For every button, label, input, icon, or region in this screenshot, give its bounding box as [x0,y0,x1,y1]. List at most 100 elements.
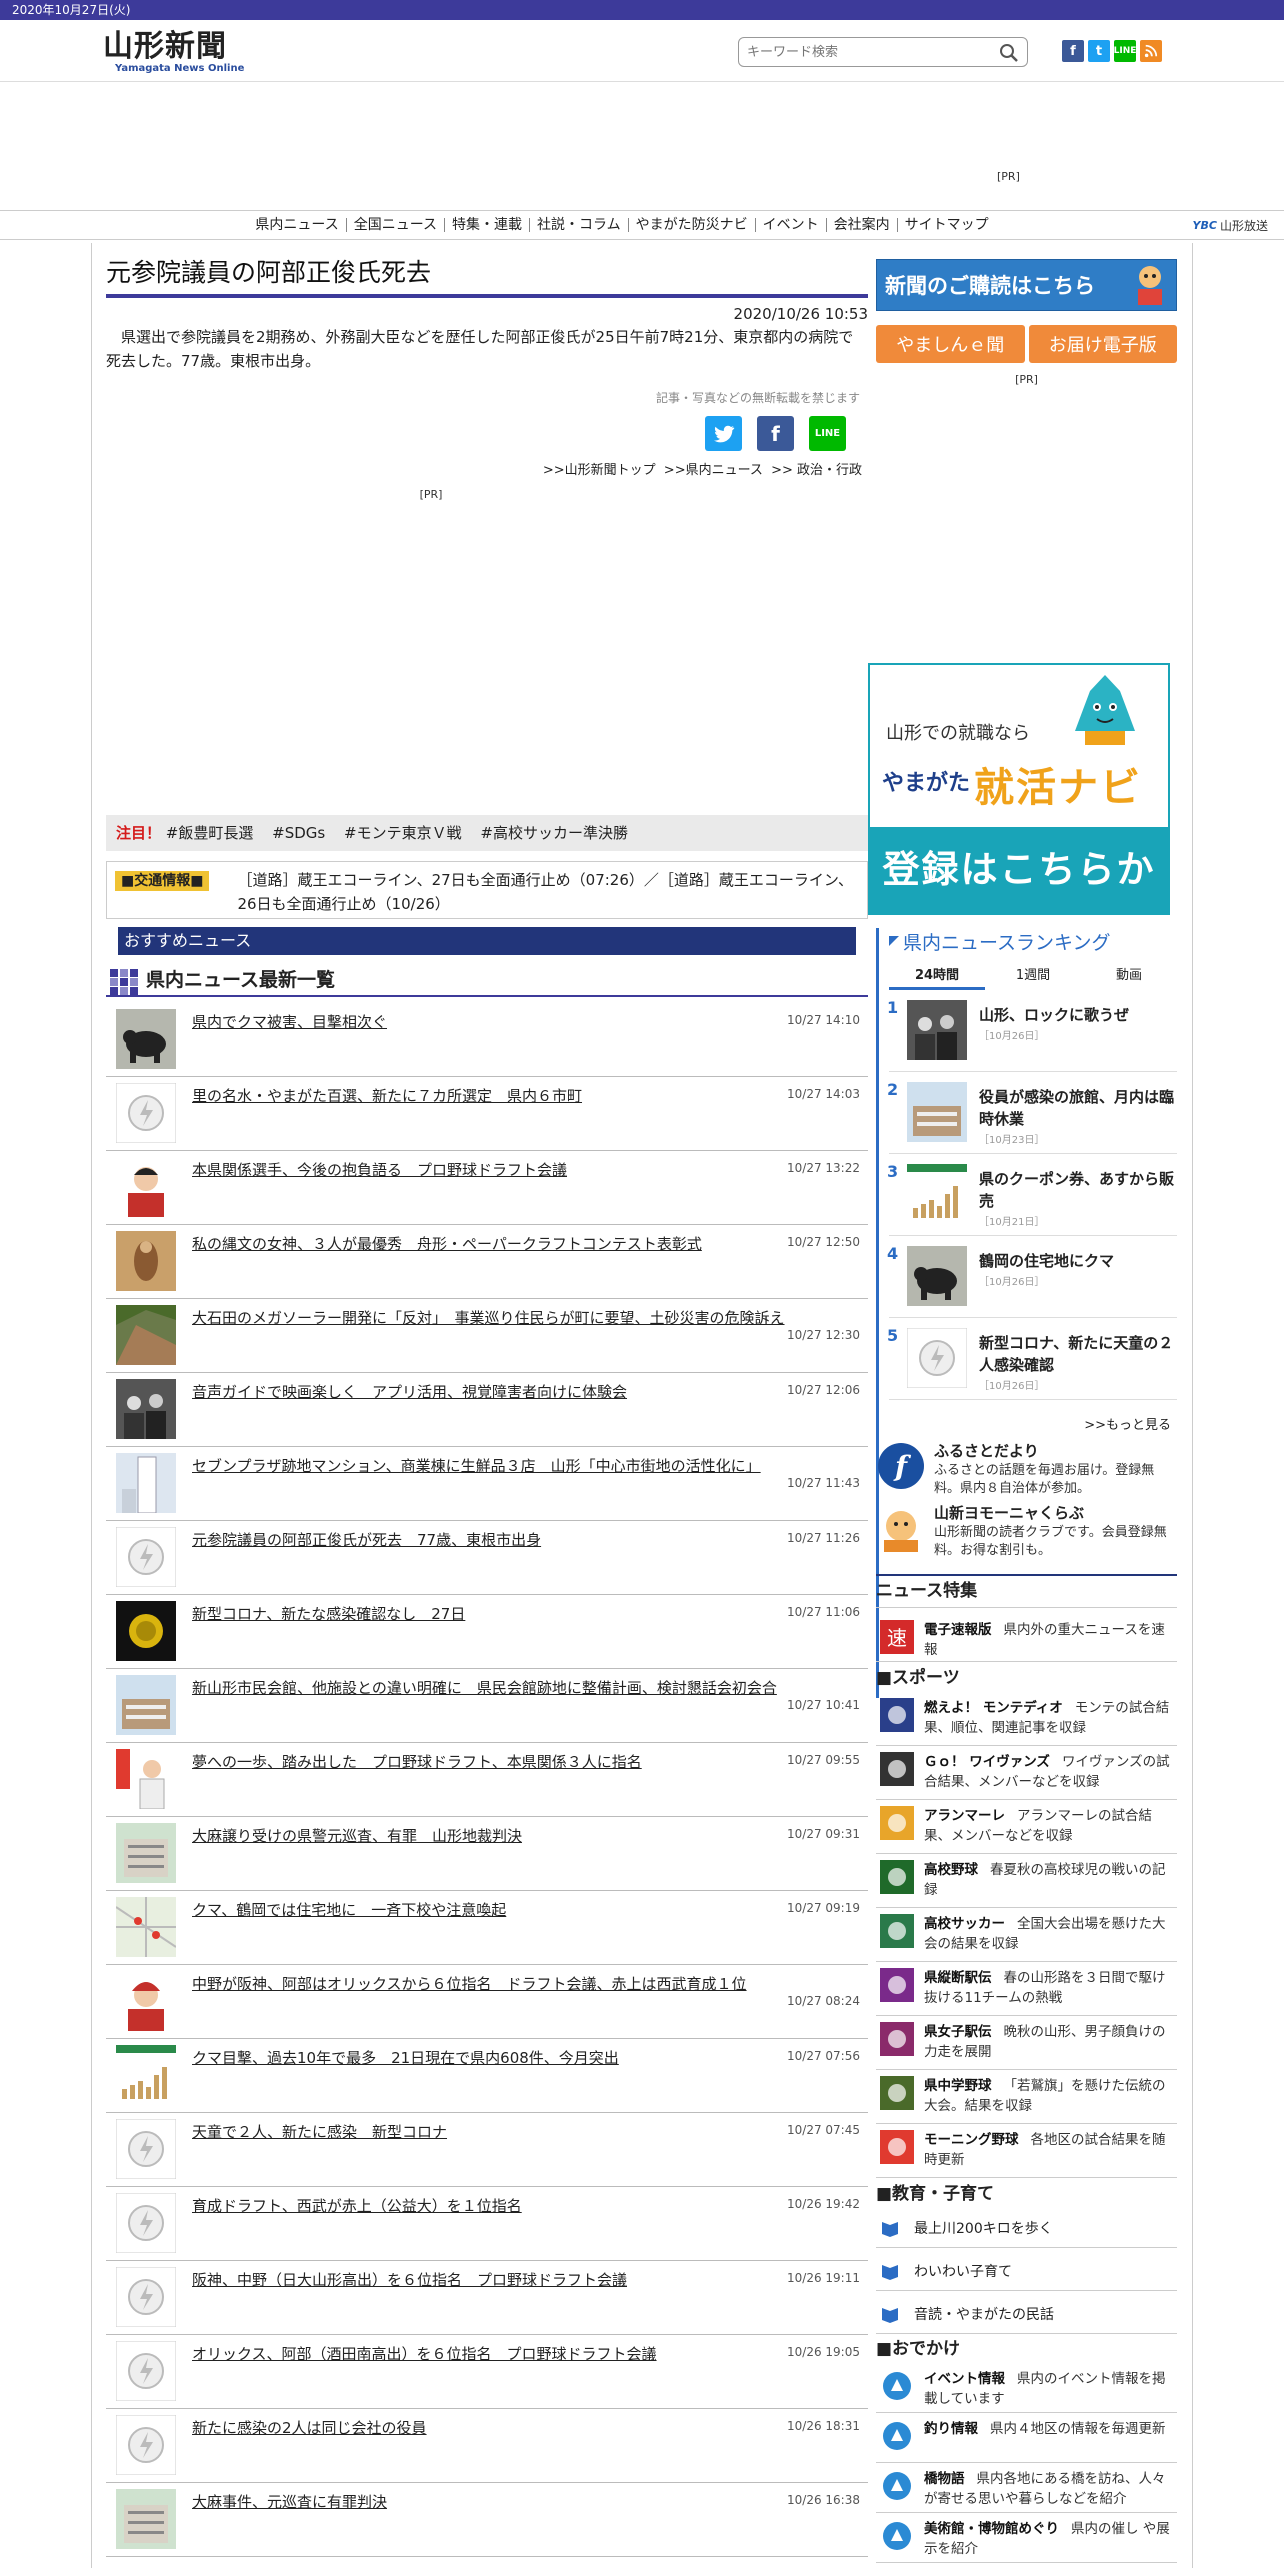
sports-name[interactable]: モーニング野球 [924,2132,1019,2148]
promo-title[interactable]: 山新ヨモーニャくらぶ [934,1502,1084,1523]
news-item[interactable]: 本県関係選手、今後の抱負語る プロ野球ドラフト会議 10/27 13:22 [106,1151,868,1225]
news-thumbnail[interactable] [116,1453,176,1514]
sports-name[interactable]: 県女子駅伝 [924,2024,992,2040]
news-thumbnail[interactable] [115,2414,177,2476]
news-title[interactable]: 県内でクマ被害、目撃相次ぐ [192,1012,387,1032]
sports-name[interactable]: 県中学野球 [924,2078,992,2094]
sports-name[interactable]: アランマーレ [924,1808,1005,1824]
news-thumbnail[interactable] [116,1231,176,1291]
ranking-thumbnail[interactable] [907,1246,967,1306]
tab-24h[interactable]: 24時間 [889,964,985,990]
outing-name[interactable]: イベント情報 [924,2371,1005,2387]
digital-edition-button[interactable]: お届け電子版 [1028,325,1177,363]
ranking-title-text[interactable]: 山形、ロックに歌うぜ [979,1006,1129,1024]
news-item[interactable]: オリックス、阿部（酒田南高出）を６位指名 プロ野球ドラフト会議 10/26 19:… [106,2335,868,2409]
news-item[interactable]: 音声ガイドで映画楽しく アプリ活用、視覚障害者向けに体験会 10/27 12:06 [106,1373,868,1447]
news-title[interactable]: 育成ドラフト、西武が赤上（公益大）を１位指名 [192,2196,522,2216]
line-icon[interactable]: LINE [1114,40,1136,62]
news-thumbnail[interactable] [116,1675,176,1735]
promo-item[interactable]: f ふるさとだより ふるさとの話題を毎週お届け。登録無料。県内８自治体が参加。 [876,1438,1177,1502]
breaking-news-item[interactable]: 速電子速報版 県内外の重大ニュースを速報 [876,1614,1177,1662]
trending-tag[interactable]: #高校サッカー準決勝 [480,824,628,842]
news-item[interactable]: 新山形市民会館、他施設との違い明確に 県民会館跡地に整備計画、検討懇話会初会合 1… [106,1669,868,1743]
ranking-item[interactable]: 4 鶴岡の住宅地にクマ ［10月26日］ [887,1236,1177,1318]
news-item[interactable]: クマ目撃、過去10年で最多 21日現在で県内608件、今月突出 10/27 07:… [106,2039,868,2113]
breadcrumb-local-news[interactable]: >>県内ニュース [664,463,763,478]
news-title[interactable]: 夢への一歩、踏み出した プロ野球ドラフト、本県関係３人に指名 [192,1752,642,1772]
twitter-share-icon[interactable] [705,416,742,451]
news-title[interactable]: 大麻事件、元巡査に有罪判決 [192,2492,387,2512]
search-input[interactable] [747,39,987,65]
news-title[interactable]: 阪神、中野（日大山形高出）を６位指名 プロ野球ドラフト会議 [192,2270,627,2290]
sports-item[interactable]: アランマーレ アランマーレの試合結果、メンバーなどを収録 [876,1800,1177,1854]
ranking-title-text[interactable]: 鶴岡の住宅地にクマ [979,1252,1114,1270]
sports-item[interactable]: 県縦断駅伝 春の山形路を３日間で駆け抜ける11チームの熱戦 [876,1962,1177,2016]
news-item[interactable]: 私の縄文の女神、３人が最優秀 舟形・ペーパークラフトコンテスト表彰式 10/27 … [106,1225,868,1299]
nav-item-local-news[interactable]: 県内ニュース [248,218,347,232]
education-label[interactable]: 音読・やまがたの民話 [914,2304,1054,2324]
news-thumbnail[interactable] [115,1082,177,1144]
news-thumbnail[interactable] [115,1526,177,1588]
news-thumbnail[interactable] [116,1971,176,2031]
ranking-more-link[interactable]: >>もっと見る [1084,1418,1171,1433]
outing-item[interactable]: 美術館・博物館めぐり 県内の催し や展示を紹介 [876,2513,1177,2563]
breadcrumb-politics[interactable]: >> 政治・行政 [771,463,862,478]
news-thumbnail[interactable] [116,1749,176,1810]
news-item[interactable]: 新型コロナ、新たな感染確認なし 27日 10/27 11:06 [106,1595,868,1669]
news-item[interactable]: 新たに感染の2人は同じ会社の役員 10/26 18:31 [106,2409,868,2483]
facebook-icon[interactable]: f [1062,40,1084,62]
sports-name[interactable]: 高校サッカー [924,1916,1005,1932]
nav-item-features[interactable]: 特集・連載 [445,218,531,232]
ranking-title-text[interactable]: 役員が感染の旅館、月内は臨時休業 [979,1088,1174,1128]
tab-video[interactable]: 動画 [1081,964,1177,990]
trending-tag[interactable]: #モンテ東京Ｖ戦 [344,824,462,842]
ranking-thumbnail[interactable] [907,1164,967,1224]
yamashin-ebun-button[interactable]: やましんｅ聞 [876,325,1025,363]
ranking-title-text[interactable]: 県のクーポン券、あすから販売 [979,1170,1174,1210]
news-title[interactable]: 大石田のメガソーラー開発に「反対」 事業巡り住民らが町に要望、土砂災害の危険訴え [192,1308,785,1328]
news-item[interactable]: クマ、鶴岡では住宅地に 一斉下校や注意喚起 10/27 09:19 [106,1891,868,1965]
ybc-link[interactable]: YBC 山形放送 [1193,217,1268,234]
news-title[interactable]: 新型コロナ、新たな感染確認なし 27日 [192,1604,465,1624]
tab-1week[interactable]: 1週間 [985,964,1081,990]
news-title[interactable]: セブンプラザ跡地マンション、商業棟に生鮮品３店 山形「中心市街地の活性化に」 [192,1456,761,1476]
search-icon[interactable] [999,43,1019,63]
news-title[interactable]: 元参院議員の阿部正俊氏が死去 77歳、東根市出身 [192,1530,541,1550]
news-thumbnail[interactable] [115,2192,177,2254]
news-title[interactable]: オリックス、阿部（酒田南高出）を６位指名 プロ野球ドラフト会議 [192,2344,657,2364]
facebook-share-icon[interactable]: f [757,416,794,451]
outing-name[interactable]: 釣り情報 [924,2421,978,2437]
news-thumbnail[interactable] [116,1009,176,1069]
ranking-title[interactable]: 山形、ロックに歌うぜ ［10月26日］ [979,1004,1179,1048]
promo-item[interactable]: 山新ヨモーニャくらぶ 山形新聞の読者クラブです。会員登録無料。お得な割引も。 [876,1500,1177,1564]
site-logo[interactable]: 山形新聞 Yamagata News Online [103,30,244,74]
news-title[interactable]: 里の名水・やまがた百選、新たに７カ所選定 県内６市町 [192,1086,582,1106]
news-title[interactable]: 大麻譲り受けの県警元巡査、有罪 山形地裁判決 [192,1826,522,1846]
news-title[interactable]: 音声ガイドで映画楽しく アプリ活用、視覚障害者向けに体験会 [192,1382,627,1402]
nav-item-editorials[interactable]: 社説・コラム [530,218,629,232]
sports-item[interactable]: 高校野球 春夏秋の高校球児の戦いの記録 [876,1854,1177,1908]
news-title[interactable]: 中野が阪神、阿部はオリックスから６位指名 ドラフト会議、赤上は西武育成１位 [192,1974,747,1994]
news-thumbnail[interactable] [116,1305,176,1365]
outing-name[interactable]: 橋物語 [924,2471,965,2487]
ranking-item[interactable]: 2 役員が感染の旅館、月内は臨時休業 ［10月23日］ [887,1072,1177,1154]
traffic-text[interactable]: ［道路］蔵王エコーライン、27日も全面通行止め（07:26）／［道路］蔵王エコー… [209,868,859,918]
ranking-thumbnail[interactable] [907,1000,967,1060]
outing-name[interactable]: 美術館・博物館めぐり [924,2521,1059,2537]
news-thumbnail[interactable] [116,2489,176,2549]
news-item[interactable]: 大麻譲り受けの県警元巡査、有罪 山形地裁判決 10/27 09:31 [106,1817,868,1891]
ranking-thumbnail[interactable] [906,1327,968,1389]
nav-item-events[interactable]: イベント [756,218,827,232]
job-ad-cta[interactable]: 登録はこちらから [870,827,1168,977]
news-thumbnail[interactable] [116,2045,176,2105]
news-thumbnail[interactable] [115,2340,177,2402]
sports-item[interactable]: モーニング野球 各地区の試合結果を随時更新 [876,2124,1177,2178]
sports-name[interactable]: 県縦断駅伝 [924,1970,992,1986]
news-title[interactable]: 私の縄文の女神、３人が最優秀 舟形・ペーパークラフトコンテスト表彰式 [192,1234,702,1254]
news-thumbnail[interactable] [115,1897,177,1957]
news-thumbnail[interactable] [116,1601,176,1661]
trending-tag[interactable]: #SDGs [272,824,325,842]
news-item[interactable]: 阪神、中野（日大山形高出）を６位指名 プロ野球ドラフト会議 10/26 19:11 [106,2261,868,2335]
ranking-title-text[interactable]: 新型コロナ、新たに天童の２人感染確認 [979,1334,1173,1374]
news-item[interactable]: 大石田のメガソーラー開発に「反対」 事業巡り住民らが町に要望、土砂災害の危険訴え… [106,1299,868,1373]
